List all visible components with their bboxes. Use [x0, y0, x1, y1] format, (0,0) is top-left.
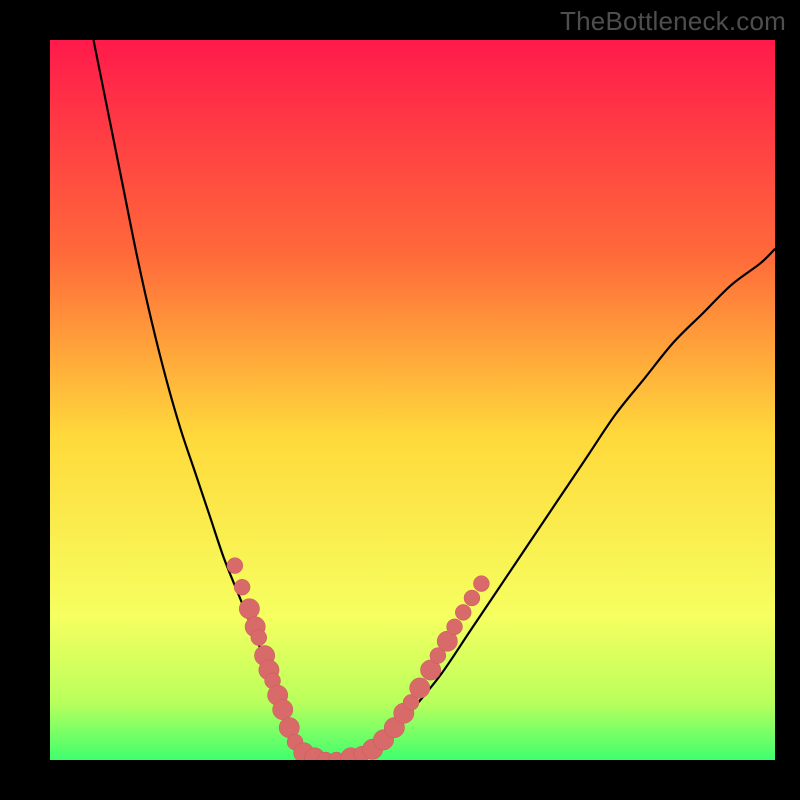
watermark-text: TheBottleneck.com [560, 6, 786, 37]
curve-marker [464, 590, 480, 606]
curve-marker [227, 558, 243, 574]
plot-area [50, 40, 775, 760]
gradient-background [50, 40, 775, 760]
curve-marker [234, 579, 250, 595]
curve-marker [410, 678, 430, 698]
curve-marker [251, 630, 267, 646]
curve-marker [239, 599, 259, 619]
chart-svg [50, 40, 775, 760]
curve-marker [455, 604, 471, 620]
curve-marker [447, 619, 463, 635]
chart-frame: TheBottleneck.com [0, 0, 800, 800]
curve-marker [273, 699, 293, 719]
curve-marker [473, 576, 489, 592]
